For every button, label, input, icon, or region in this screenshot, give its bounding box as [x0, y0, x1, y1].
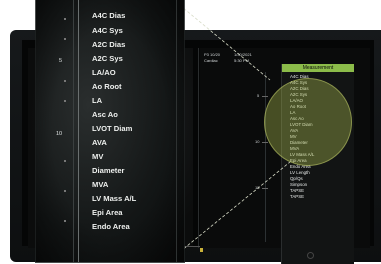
zoomed-scale-label: 10 [56, 131, 63, 137]
zoomed-menu-item[interactable]: A4C Sys [92, 26, 123, 35]
scale-dot [64, 190, 66, 192]
scale-dot [64, 160, 66, 162]
zoomed-scale-divider [73, 0, 74, 262]
scale-dot [64, 100, 66, 102]
zoomed-menu-item[interactable]: LA/AO [92, 68, 116, 77]
scale-dot [64, 80, 66, 82]
zoomed-menu-item[interactable]: MVA [92, 180, 108, 189]
zoomed-scale-label: 5 [59, 58, 63, 64]
scale-dot [64, 38, 66, 40]
zoomed-menu-item[interactable]: A4C Dias [92, 11, 125, 20]
scale-dot [64, 18, 66, 20]
zoomed-list-border [78, 0, 79, 262]
zoomed-menu-item[interactable]: Epi Area [92, 208, 123, 217]
zoomed-menu-item[interactable]: MV [92, 152, 103, 161]
zoomed-menu-item[interactable]: Asc Ao [92, 110, 118, 119]
zoomed-menu-item[interactable]: LA [92, 96, 102, 105]
zoomed-menu-item[interactable]: LVOT Diam [92, 124, 132, 133]
zoomed-menu-item[interactable]: Diameter [92, 166, 125, 175]
zoomed-menu-item[interactable]: Ao Root [92, 82, 122, 91]
zoomed-menu-item[interactable]: AVA [92, 138, 107, 147]
scale-dot [64, 220, 66, 222]
zoomed-menu-item[interactable]: Endo Area [92, 222, 130, 231]
zoomed-menu-item[interactable]: A2C Dias [92, 40, 125, 49]
zoomed-menu-item[interactable]: A2C Sys [92, 54, 123, 63]
zoomed-right-border [176, 0, 177, 262]
zoomed-menu-item[interactable]: LV Mass A/L [92, 194, 136, 203]
